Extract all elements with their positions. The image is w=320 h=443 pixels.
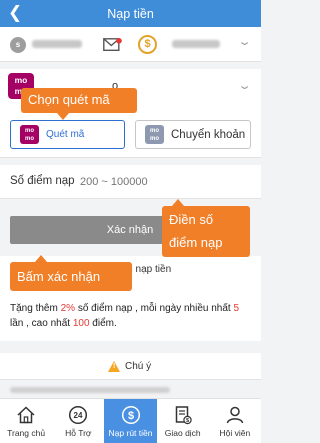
amount-row: Số điểm nạp bbox=[0, 165, 261, 199]
member-icon bbox=[226, 406, 244, 424]
promo-text-part: lần , cao nhất bbox=[10, 318, 73, 329]
svg-text:$: $ bbox=[186, 418, 189, 424]
deposit-icon: $ bbox=[121, 405, 140, 425]
note-text-redacted bbox=[10, 387, 170, 393]
svg-text:$: $ bbox=[127, 410, 133, 422]
tab-bank-transfer[interactable]: mo mo Chuyển khoản bbox=[135, 120, 251, 149]
annotation-enter-amount: Điền số điểm nạp bbox=[162, 199, 250, 257]
promo-text-part: điểm. bbox=[89, 318, 117, 329]
promo-max: 100 bbox=[72, 318, 90, 329]
nav-label: Nạp rút tiền bbox=[108, 428, 153, 438]
annotation-press-confirm: Bấm xác nhận bbox=[10, 255, 132, 291]
tab-scan-code[interactable]: mo mo Quét mã bbox=[10, 120, 125, 149]
promo-text-part: Tặng thêm bbox=[10, 303, 61, 314]
amount-label: Số điểm nạp bbox=[10, 175, 75, 187]
note-section: ! Chú ý bbox=[0, 353, 261, 380]
nav-label: Hội viên bbox=[219, 428, 251, 438]
app-header: ❮ Nạp tiền bbox=[0, 0, 261, 27]
tab-label: Chuyển khoản bbox=[171, 128, 246, 141]
chevron-down-icon[interactable]: ⌄ bbox=[237, 79, 252, 92]
chevron-down-icon[interactable]: ⌄ bbox=[237, 35, 252, 48]
mail-icon[interactable] bbox=[103, 38, 122, 52]
home-icon bbox=[17, 406, 35, 424]
momo-icon: mo mo bbox=[20, 125, 39, 144]
nav-label: Trang chủ bbox=[7, 428, 46, 438]
nav-label: Giao dịch bbox=[164, 428, 201, 438]
back-chevron-icon[interactable]: ❮ bbox=[8, 4, 22, 22]
promo-percent: 2% bbox=[60, 303, 76, 314]
nav-label: Hỗ Trợ bbox=[65, 428, 92, 438]
amount-input[interactable] bbox=[80, 171, 240, 193]
tab-label: Quét mã bbox=[46, 129, 85, 140]
promo-text-part: số điểm nạp , mỗi ngày nhiều nhất bbox=[75, 303, 234, 314]
promo-times: 5 bbox=[233, 303, 240, 314]
nav-deposit[interactable]: $ Nạp rút tiền bbox=[104, 399, 157, 443]
bottom-nav: Trang chủ 24 Hỗ Trợ $ Nạp rút tiền $ Gia… bbox=[0, 398, 261, 443]
avatar[interactable]: s bbox=[10, 37, 26, 53]
nav-home[interactable]: Trang chủ bbox=[0, 399, 52, 443]
page-title: Nạp tiền bbox=[107, 6, 154, 21]
warning-mark: ! bbox=[113, 363, 116, 370]
nav-support[interactable]: 24 Hỗ Trợ bbox=[52, 399, 104, 443]
support-24-icon: 24 bbox=[69, 405, 88, 425]
momo-icon: mo mo bbox=[145, 125, 164, 144]
payment-type-tabs: mo mo Quét mã mo mo Chuyển khoản bbox=[0, 106, 261, 158]
annotation-scan: Chọn quét mã bbox=[21, 88, 137, 120]
balance-redacted bbox=[172, 40, 220, 48]
coin-icon: $ bbox=[138, 35, 157, 54]
promo-text: Tặng thêm 2% số điểm nạp , mỗi ngày nhiề… bbox=[10, 301, 255, 331]
note-label: Chú ý bbox=[125, 361, 152, 372]
username-redacted bbox=[32, 40, 82, 48]
nav-transactions[interactable]: $ Giao dịch bbox=[157, 399, 209, 443]
user-bar: s $ ⌄ bbox=[0, 27, 261, 62]
nav-member[interactable]: Hội viên bbox=[209, 399, 261, 443]
transactions-icon: $ bbox=[175, 406, 192, 425]
svg-text:24: 24 bbox=[74, 411, 83, 420]
